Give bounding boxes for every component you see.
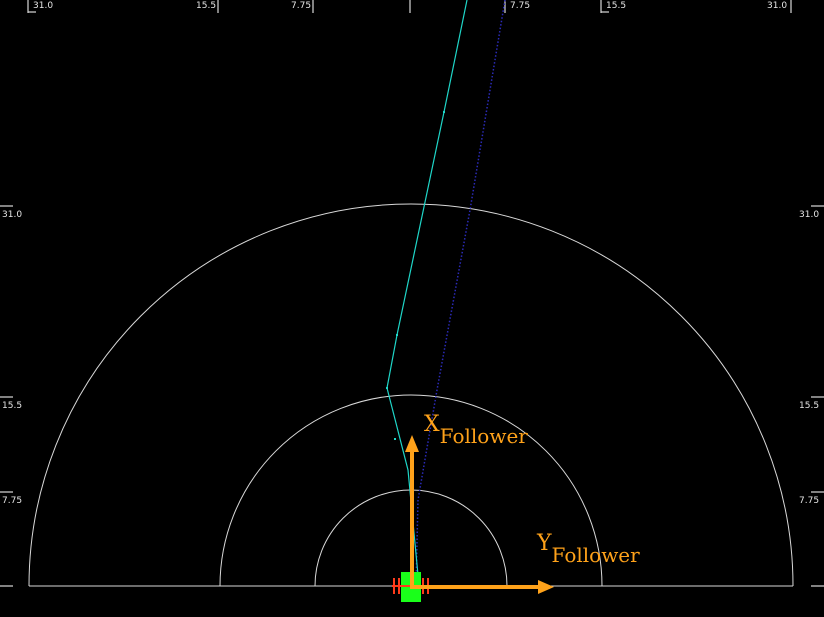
right-tick-label: 15.5 bbox=[799, 401, 820, 411]
top-tick-label: 7.75 bbox=[291, 1, 312, 11]
y-follower-letter: Y bbox=[537, 531, 552, 556]
predicted-path bbox=[415, 0, 506, 587]
up-arrow-icon bbox=[405, 435, 419, 452]
left-ruler bbox=[0, 205, 13, 587]
y-follower-subscript: Follower bbox=[551, 543, 640, 567]
right-tick-label: 31.0 bbox=[799, 210, 820, 220]
left-tick-label: 15.5 bbox=[2, 401, 23, 411]
top-ruler bbox=[27, 0, 792, 13]
left-tick-label: 31.0 bbox=[2, 210, 23, 220]
top-tick-label: 7.75 bbox=[510, 1, 531, 11]
y-follower-label: YFollower bbox=[537, 531, 640, 568]
follower-axes bbox=[405, 435, 554, 594]
top-tick-label: 15.5 bbox=[196, 1, 217, 11]
top-tick-label: 15.5 bbox=[606, 1, 627, 11]
follower-view-canvas bbox=[0, 0, 824, 602]
left-tick-label: 7.75 bbox=[2, 496, 23, 506]
top-tick-label: 31.0 bbox=[767, 1, 788, 11]
right-arrow-icon bbox=[538, 580, 554, 594]
x-follower-subscript: Follower bbox=[439, 424, 528, 448]
x-follower-label: XFollower bbox=[424, 412, 528, 449]
x-follower-letter: X bbox=[424, 412, 440, 437]
leader-path bbox=[386, 0, 468, 576]
right-tick-label: 7.75 bbox=[799, 496, 820, 506]
right-ruler bbox=[811, 205, 824, 587]
top-tick-label: 31.0 bbox=[33, 1, 54, 11]
